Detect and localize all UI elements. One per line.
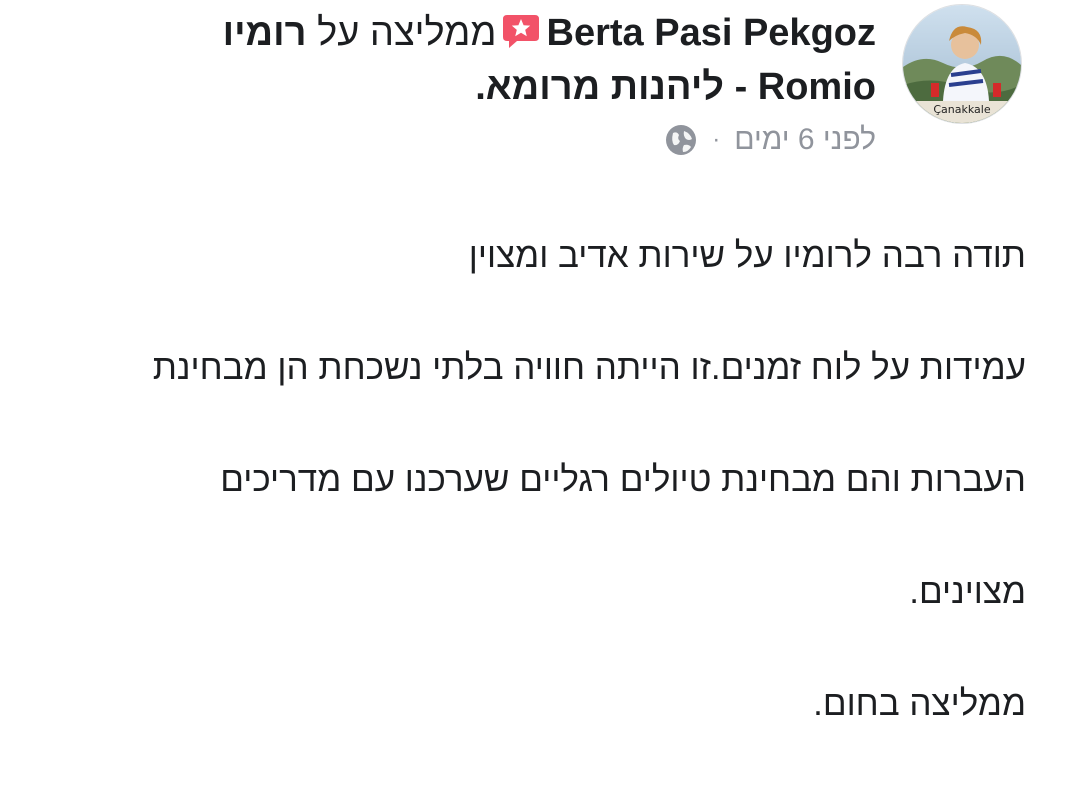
review-body-line: עמידות על לוח זמנים.זו הייתה חוויה בלתי …	[152, 348, 1026, 387]
review-post: Çanakkale Berta Pasi Pekgoz ממליצה על רו…	[0, 0, 1066, 723]
recommend-star-bubble-icon	[501, 12, 541, 50]
post-meta: לפני 6 ימים ·	[664, 118, 876, 162]
post-header: Berta Pasi Pekgoz ממליצה על רומיו Romio -…	[116, 6, 876, 114]
review-body-line: ממליצה בחום.	[813, 684, 1026, 723]
header-end: .	[475, 66, 486, 108]
globe-icon[interactable]	[664, 123, 698, 157]
avatar-photo: Çanakkale	[903, 5, 1021, 123]
review-body-line: העברות והם מבחינת טיולים רגליים שערכנו ע…	[220, 460, 1026, 499]
review-body-line: תודה רבה לרומיו על שירות אדיב ומצוין	[468, 236, 1026, 275]
recommends-label: ממליצה על	[317, 12, 497, 54]
review-body: תודה רבה לרומיו על שירות אדיב ומצוין עמי…	[16, 172, 1026, 788]
avatar[interactable]: Çanakkale	[902, 4, 1022, 124]
review-body-line: מצוינים.	[909, 572, 1026, 611]
page-name-link[interactable]: רומיו	[223, 12, 307, 54]
timestamp[interactable]: לפני 6 ימים	[734, 118, 876, 162]
meta-separator: ·	[712, 126, 721, 153]
avatar-caption: Çanakkale	[933, 103, 990, 116]
reviewer-name[interactable]: Berta Pasi Pekgoz	[547, 12, 876, 54]
page-name-rest[interactable]: Romio - ליהנות מרומא	[486, 66, 876, 108]
